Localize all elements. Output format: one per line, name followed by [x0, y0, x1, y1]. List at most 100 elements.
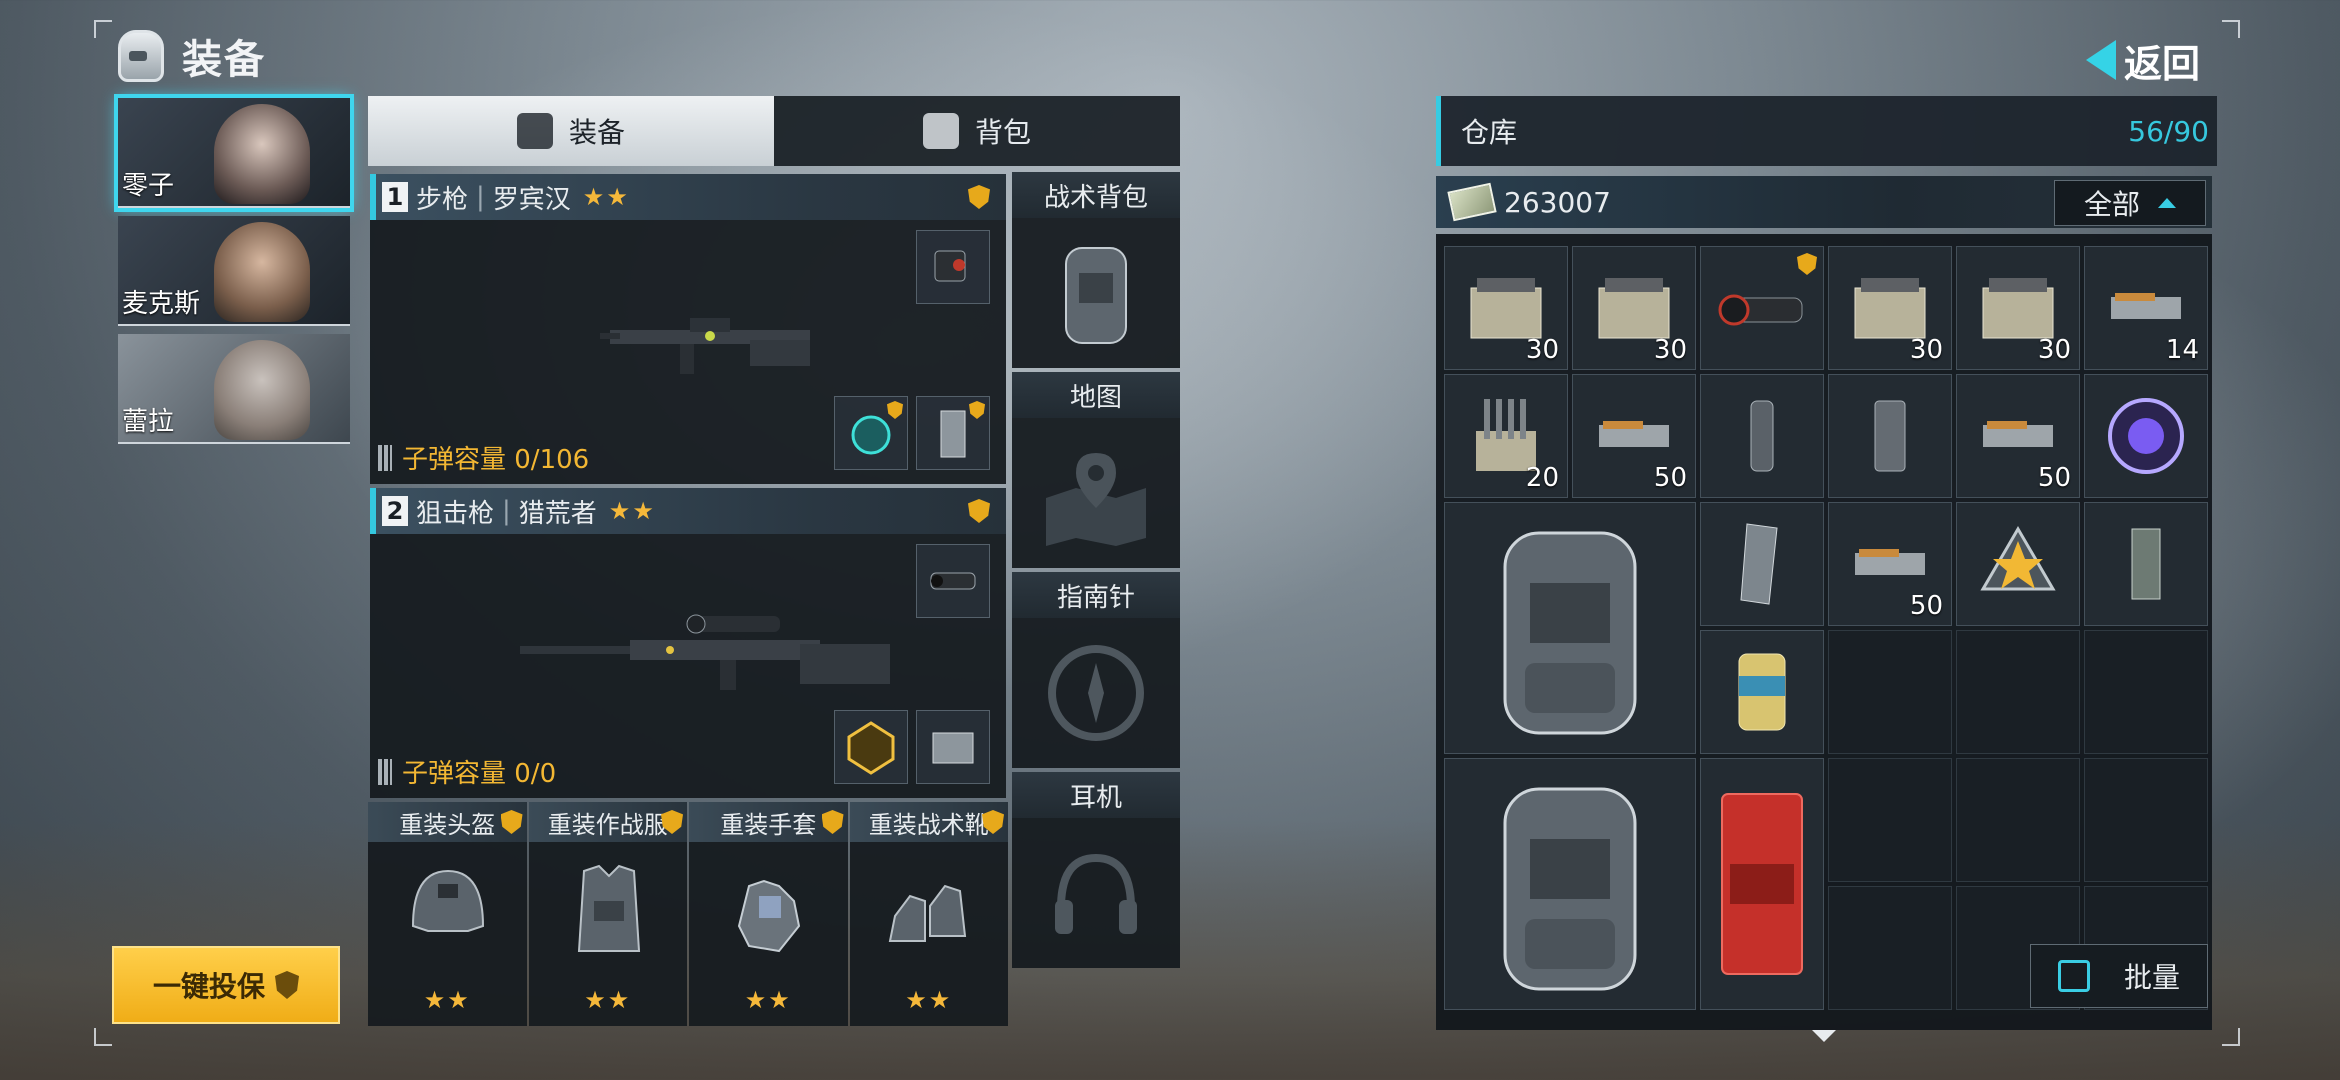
inventory-empty-slot[interactable] — [1956, 758, 2080, 882]
tactical-backpack-slot[interactable]: 战术背包 — [1012, 172, 1180, 368]
vest-icon — [577, 864, 640, 952]
avatar — [214, 222, 310, 322]
batch-button[interactable]: 批量 — [2030, 944, 2208, 1008]
filter-dropdown[interactable]: 全部 — [2054, 180, 2206, 226]
inventory-empty-slot[interactable] — [1828, 886, 1952, 1010]
inventory-item-cartridge-clip[interactable]: 20 — [1444, 374, 1568, 498]
inventory-item-backpack[interactable] — [1444, 758, 1696, 1010]
rifle-icon — [600, 318, 810, 374]
magazine-attachment-slot[interactable] — [916, 396, 990, 470]
item-count: 30 — [1909, 335, 1943, 365]
ammo-capacity: 子弹容量 0/106 — [378, 439, 589, 476]
character-card-max[interactable]: 麦克斯 — [118, 216, 350, 326]
armor-label: 重装头盔 — [399, 810, 496, 839]
map-slot[interactable]: 地图 — [1012, 372, 1180, 568]
scope-attachment-slot[interactable] — [916, 544, 990, 618]
weapon-name: 罗宾汉 — [492, 184, 571, 215]
armor-slot-boots[interactable]: 重装战术靴 ★★ — [849, 802, 1008, 1026]
tab-equipment[interactable]: 装备 — [368, 96, 774, 166]
inventory-item-grip[interactable] — [1828, 374, 1952, 498]
inventory-item-bullets[interactable]: 50 — [1956, 374, 2080, 498]
slot-label: 耳机 — [1012, 772, 1180, 818]
character-card-leila[interactable]: 蕾拉 — [118, 334, 350, 444]
inventory-item-ammo-box[interactable]: 30 — [1828, 246, 1952, 370]
avatar — [214, 340, 310, 440]
character-name: 蕾拉 — [122, 407, 175, 437]
tab-label: 装备 — [568, 116, 625, 149]
inventory-empty-slot[interactable] — [2084, 630, 2208, 754]
inventory-item-scope[interactable] — [1700, 246, 1824, 370]
item-count: 30 — [2037, 335, 2071, 365]
scroll-down-icon — [1812, 1030, 1836, 1042]
character-list: 零子 麦克斯 蕾拉 — [114, 94, 354, 452]
inventory-item-bullets[interactable]: 50 — [1828, 502, 1952, 626]
bullets-icon — [378, 444, 392, 471]
character-name: 零子 — [122, 171, 175, 201]
insured-shield-icon — [968, 185, 990, 209]
item-count: 14 — [2165, 335, 2199, 365]
insured-shield-icon — [500, 810, 523, 834]
sight-attachment-slot[interactable] — [916, 230, 990, 304]
ammo-text: 子弹容量 0/106 — [402, 445, 590, 475]
insure-label: 一键投保 — [152, 970, 265, 1003]
tab-bar: 装备 背包 — [368, 96, 1180, 166]
insure-all-button[interactable]: 一键投保 — [112, 946, 340, 1024]
avatar — [214, 104, 310, 204]
magazine-attachment-slot[interactable] — [916, 710, 990, 784]
caret-up-icon — [2158, 198, 2176, 208]
inventory-item-canned-food[interactable] — [1700, 630, 1824, 754]
back-label: 返回 — [2124, 41, 2201, 86]
inventory-item-ammo-box[interactable]: 30 — [1444, 246, 1568, 370]
insured-badge-icon — [1797, 253, 1817, 275]
tab-backpack[interactable]: 背包 — [774, 96, 1180, 166]
backpack-icon — [922, 113, 959, 149]
inventory-item-ration-pack[interactable] — [1700, 758, 1824, 1010]
headphones-slot[interactable]: 耳机 — [1012, 772, 1180, 968]
inventory-item-energy-core[interactable] — [2084, 374, 2208, 498]
helmet-icon — [118, 30, 164, 82]
gloves-icon — [737, 879, 801, 953]
insured-shield-icon — [968, 499, 990, 523]
sniper-rifle-icon — [520, 614, 890, 690]
inventory-item-bullets[interactable]: 50 — [1572, 374, 1696, 498]
weapon-stars: ★★ — [582, 183, 630, 211]
weapon-stars: ★★ — [608, 497, 656, 525]
inventory-item-ammo-box[interactable]: 30 — [1572, 246, 1696, 370]
inventory-empty-slot[interactable] — [1828, 758, 1952, 882]
slot-label: 指南针 — [1012, 572, 1180, 618]
inventory-item-star-badge[interactable] — [1956, 502, 2080, 626]
shield-icon — [275, 971, 299, 999]
tab-label: 背包 — [974, 116, 1031, 149]
weapon-slot-2[interactable]: 2 狙击枪 | 猎荒者 ★★ 子弹容量 0/0 — [370, 488, 1006, 798]
item-count: 30 — [1653, 335, 1687, 365]
edit-icon — [2057, 960, 2090, 992]
module-attachment-slot[interactable] — [834, 710, 908, 784]
weapon-type: 步枪 — [416, 184, 469, 215]
inventory-item-ammo-box[interactable]: 30 — [1956, 246, 2080, 370]
character-name: 麦克斯 — [122, 289, 201, 319]
inventory-item-magazine[interactable] — [1700, 502, 1824, 626]
armor-slot-suit[interactable]: 重装作战服 ★★ — [528, 802, 687, 1026]
inventory-empty-slot[interactable] — [1956, 630, 2080, 754]
back-button[interactable]: 返回 — [2086, 30, 2200, 90]
inventory-empty-slot[interactable] — [1828, 630, 1952, 754]
weapon-slot-header: 2 狙击枪 | 猎荒者 ★★ — [370, 488, 1006, 534]
item-count: 50 — [2037, 463, 2071, 493]
module-attachment-slot[interactable] — [834, 396, 908, 470]
weapon-name: 猎荒者 — [518, 498, 597, 529]
inventory-item-backpack[interactable] — [1444, 502, 1696, 754]
inventory-item-magazine[interactable] — [2084, 502, 2208, 626]
inventory-empty-slot[interactable] — [2084, 758, 2208, 882]
armor-slot-helmet[interactable]: 重装头盔 ★★ — [368, 802, 527, 1026]
character-card-lingzi[interactable]: 零子 — [114, 94, 354, 212]
inventory-item-grip[interactable] — [1700, 374, 1824, 498]
warehouse-grid: 30 30 30 30 14 20 50 50 50 — [1436, 234, 2212, 1030]
armor-slot-gloves[interactable]: 重装手套 ★★ — [689, 802, 848, 1026]
compass-slot[interactable]: 指南针 — [1012, 572, 1180, 768]
inventory-item-bullets[interactable]: 14 — [2084, 246, 2208, 370]
slot-number: 1 — [382, 182, 408, 212]
currency-bar: 263007 全部 — [1436, 176, 2212, 228]
headphones-icon — [1055, 853, 1137, 934]
insured-shield-icon — [821, 810, 844, 834]
weapon-slot-1[interactable]: 1 步枪 | 罗宾汉 ★★ 子弹容量 0/106 — [370, 174, 1006, 484]
